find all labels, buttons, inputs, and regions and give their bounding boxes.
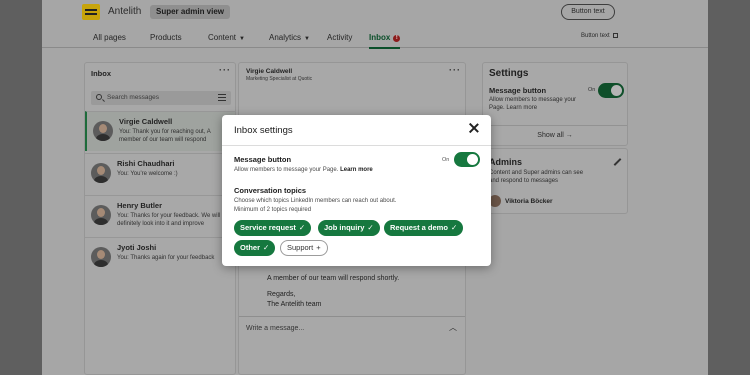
chevron-up-icon[interactable]: ︿ [449, 322, 457, 333]
topics-label: Conversation topics [234, 186, 307, 195]
message-line: A member of our team will respond shortl… [267, 275, 400, 282]
learn-more-link[interactable]: Learn more [340, 167, 373, 173]
topics-description: Choose which topics LinkedIn members can… [234, 198, 397, 204]
message-button-toggle[interactable] [598, 83, 624, 98]
admins-description: Content and Super admins can see and res… [489, 170, 584, 184]
search-placeholder: Search messages [107, 94, 160, 101]
message-button-label: Message button [489, 86, 547, 95]
list-item[interactable]: Virgie Caldwell You: Thank you for reach… [85, 111, 235, 151]
chip-label: Support [287, 243, 314, 252]
tab-label: Content [208, 33, 237, 42]
inbox-panel: Inbox ··· Search messages Virgie Caldwel… [84, 62, 236, 375]
admins-title: Admins [489, 157, 523, 167]
search-input[interactable]: Search messages [91, 91, 231, 105]
chip-label: Job inquiry [324, 223, 365, 232]
tab-label: Products [150, 33, 182, 42]
more-options-icon[interactable]: ··· [219, 65, 231, 75]
topic-chip-other[interactable]: Other ✓ [234, 240, 276, 256]
message-button-toggle[interactable] [454, 152, 480, 167]
antelith-logo-icon [82, 4, 100, 20]
topic-chip-job-inquiry[interactable]: Job inquiry ✓ [318, 220, 380, 236]
admin-name: Viktoria Böcker [505, 198, 553, 205]
filter-icon[interactable] [218, 94, 226, 101]
check-icon: ✓ [298, 223, 306, 232]
message-line: Regards, [267, 291, 296, 298]
more-options-icon[interactable]: ··· [449, 65, 461, 75]
conversation-preview: You: Thanks for your feedback. We will d… [117, 213, 221, 227]
divider [222, 145, 491, 146]
conversation-preview: You: You're welcome :) [117, 171, 178, 177]
conversation-name: Henry Butler [117, 201, 163, 210]
message-button-label: Message button [234, 155, 292, 164]
avatar [91, 163, 111, 183]
tab-label: Analytics [269, 33, 302, 42]
tab-content[interactable]: Content ▼ [208, 33, 245, 42]
message-button-description: Allow members to message your Page. Lear… [489, 97, 577, 111]
chip-label: Request a demo [390, 223, 448, 232]
inbox-settings-dialog: Inbox settings Message button Allow memb… [222, 115, 491, 266]
check-icon: ✓ [367, 223, 374, 232]
nav-right-button[interactable]: Button text [581, 33, 618, 39]
chip-label: Service request [240, 223, 296, 232]
toggle-state-label: On [588, 87, 596, 93]
top-bar: Antelith Super admin view Button text [42, 0, 708, 26]
plus-icon: + [316, 243, 321, 252]
search-icon [96, 94, 102, 100]
admin-view-badge: Super admin view [150, 5, 231, 19]
message-button-description: Allow members to message your Page. Lear… [234, 166, 373, 174]
top-action-button[interactable]: Button text [561, 4, 615, 20]
dialog-title: Inbox settings [234, 125, 293, 136]
list-item[interactable]: Henry Butler You: Thanks for your feedba… [85, 195, 235, 235]
external-icon [612, 33, 618, 38]
chevron-down-icon: ▼ [239, 36, 245, 42]
notification-badge: ! [393, 35, 401, 42]
nav-right-button-label: Button text [581, 33, 610, 39]
avatar [93, 121, 113, 141]
topic-chip-service-request[interactable]: Service request ✓ [234, 220, 312, 236]
tab-label: Activity [327, 33, 353, 42]
composer-placeholder: Write a message... [246, 325, 305, 332]
conversation-name: Jyoti Joshi [117, 243, 157, 252]
tab-inbox[interactable]: Inbox! [369, 33, 401, 49]
topic-chip-request-a-demo[interactable]: Request a demo ✓ [384, 220, 464, 236]
tab-label: All pages [93, 33, 126, 42]
admins-panel: Admins Content and Super admins can see … [482, 148, 628, 214]
avatar [91, 247, 111, 267]
edit-pencil-icon[interactable] [612, 157, 621, 166]
brand-name: Antelith [108, 6, 142, 17]
show-all-link[interactable]: Show all → [483, 125, 627, 145]
list-item[interactable]: Jyoti Joshi You: Thanks again for your f… [85, 237, 235, 277]
conversation-preview: You: Thank you for reaching out, A membe… [119, 129, 211, 143]
contact-subtitle: Marketing Specialist at Quotic [246, 76, 313, 82]
contact-name: Virgie Caldwell [246, 68, 293, 75]
avatar [91, 205, 111, 225]
conversation-name: Virgie Caldwell [119, 117, 173, 126]
settings-title: Settings [489, 68, 529, 79]
tab-analytics[interactable]: Analytics ▼ [269, 33, 310, 42]
topics-requirement: Minimum of 2 topics required [234, 207, 312, 213]
conversation-preview: You: Thanks again for your feedback [117, 255, 215, 261]
check-icon: ✓ [450, 223, 458, 232]
toggle-state-label: On [442, 157, 450, 163]
tab-products[interactable]: Products [150, 33, 182, 42]
tab-activity[interactable]: Activity [327, 33, 352, 42]
description-text: Allow members to message your Page. [234, 167, 339, 173]
settings-panel: Settings Message button Allow members to… [482, 62, 628, 146]
tab-label: Inbox [369, 33, 391, 42]
check-icon: ✓ [263, 243, 270, 252]
inbox-title: Inbox [91, 69, 111, 78]
chip-label: Other [240, 243, 261, 252]
tab-all-pages[interactable]: All pages [93, 33, 126, 42]
screen-frame: Antelith Super admin view Button text Al… [0, 0, 750, 375]
topic-chip-support[interactable]: Support + [280, 240, 328, 256]
list-item[interactable]: Rishi Chaudhari You: You're welcome :) M… [85, 153, 235, 193]
close-icon[interactable] [468, 122, 480, 134]
conversation-name: Rishi Chaudhari [117, 159, 175, 168]
message-composer[interactable]: Write a message... ︿ [239, 316, 465, 375]
message-line: The Antelith team [267, 301, 322, 308]
chevron-down-icon: ▼ [304, 36, 310, 42]
